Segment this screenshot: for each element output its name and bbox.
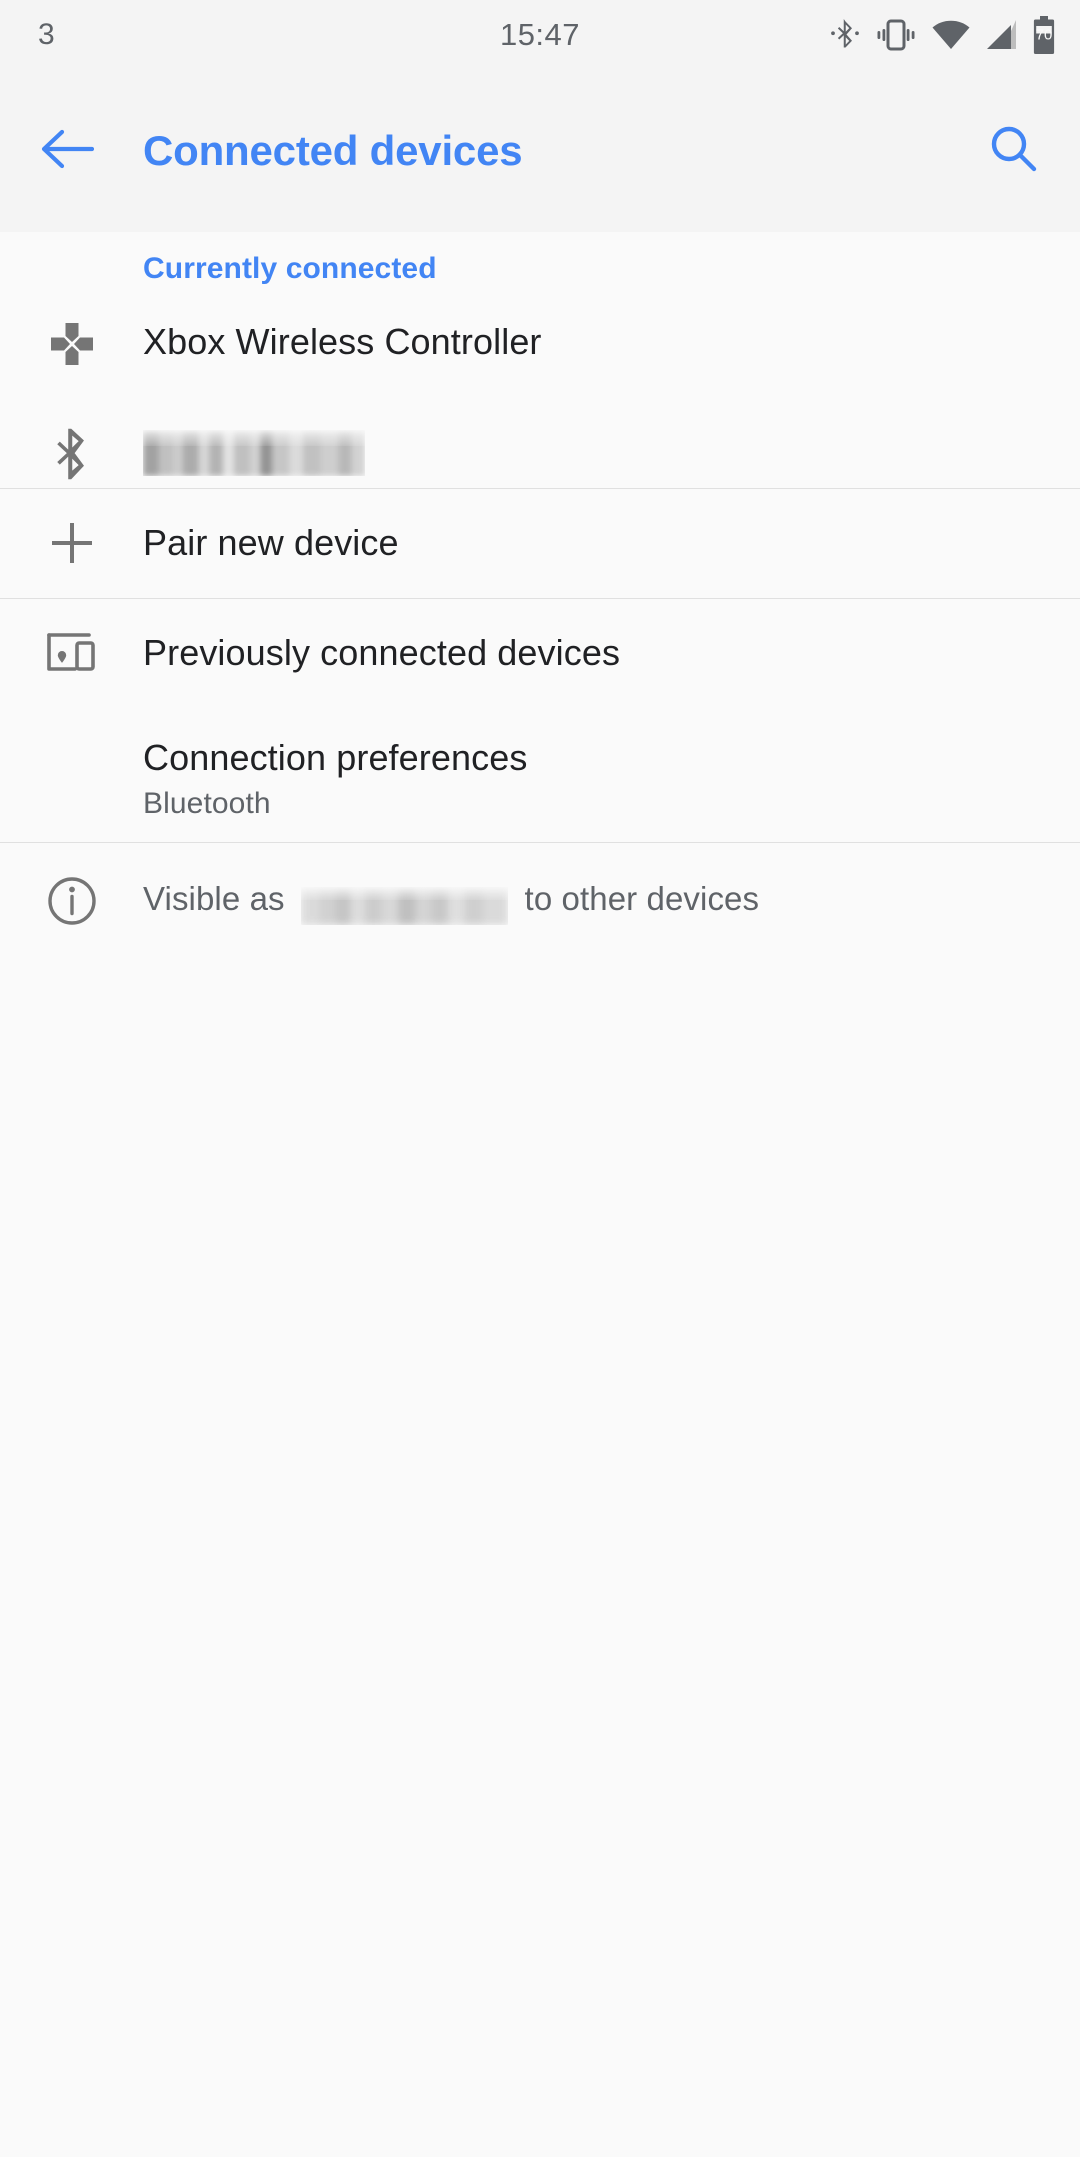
wifi-icon — [932, 20, 970, 50]
battery-level-text: 70 — [1036, 27, 1053, 44]
back-button[interactable] — [28, 112, 106, 190]
bluetooth-icon — [830, 16, 860, 54]
battery-icon: 70 — [1032, 16, 1056, 54]
settings-list: Currently connected Xbox Wireless Contro… — [0, 232, 1080, 2157]
visibility-footer: Visible as to other devices — [0, 842, 1080, 960]
gamepad-icon — [0, 296, 143, 392]
list-item-title: Xbox Wireless Controller — [143, 321, 542, 362]
list-item-connection-preferences[interactable]: Connection preferences Bluetooth — [0, 708, 1080, 842]
info-icon — [0, 842, 143, 960]
devices-icon — [0, 598, 143, 708]
plus-icon — [0, 488, 143, 598]
section-header-currently-connected: Currently connected — [143, 252, 437, 285]
list-item-previously-connected-devices[interactable]: Previously connected devices — [0, 598, 1080, 708]
search-icon — [988, 124, 1038, 179]
list-item-pair-new-device[interactable]: Pair new device — [0, 488, 1080, 598]
page-title: Connected devices — [143, 127, 523, 174]
list-item-subtitle: Bluetooth — [143, 787, 271, 821]
status-bar: 3 15:47 70 — [0, 0, 1080, 70]
visibility-text-after: to other devices — [524, 880, 760, 917]
list-item-title: Connection preferences — [143, 737, 528, 778]
status-bar-icons: 70 — [830, 16, 1056, 54]
back-arrow-icon — [40, 127, 95, 176]
redacted-device-name — [143, 430, 365, 476]
visibility-text-before: Visible as — [143, 880, 285, 917]
vibrate-icon — [875, 18, 917, 52]
search-button[interactable] — [974, 112, 1052, 190]
list-item-title: Previously connected devices — [143, 632, 621, 673]
settings-connected-devices-screen: 3 15:47 70 Connected devices Currently c… — [0, 0, 1080, 2157]
cellular-signal-icon — [985, 20, 1017, 50]
redacted-visible-name — [301, 886, 509, 925]
list-item-xbox-wireless-controller[interactable]: Xbox Wireless Controller — [0, 296, 1080, 392]
app-bar: Connected devices — [0, 70, 1080, 239]
list-item-title: Pair new device — [143, 522, 399, 563]
